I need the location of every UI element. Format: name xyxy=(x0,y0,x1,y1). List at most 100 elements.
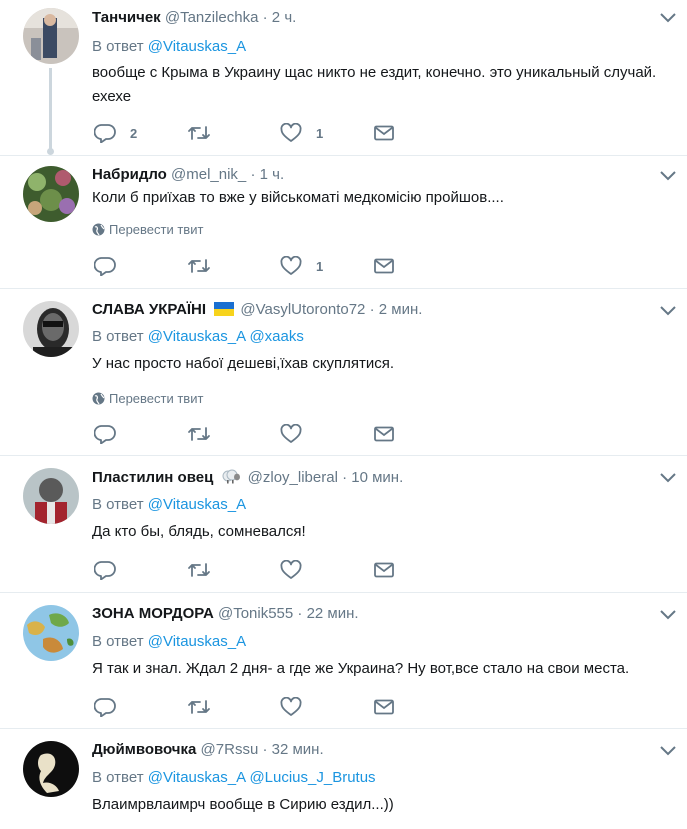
translate-label: Перевести твит xyxy=(109,391,204,406)
retweet-icon xyxy=(188,700,210,714)
like-button[interactable] xyxy=(280,423,302,445)
direct-message-button[interactable] xyxy=(374,255,394,277)
user-name[interactable]: Пластилин овец xyxy=(92,469,213,486)
reply-button[interactable] xyxy=(94,423,116,445)
user-name[interactable]: Набридло xyxy=(92,166,167,183)
envelope-icon xyxy=(374,426,394,442)
reply-label: В ответ xyxy=(92,328,144,345)
chevron-down-icon[interactable] xyxy=(659,12,677,24)
tweet-header: Набридло @mel_nik_ · 1 ч. xyxy=(92,166,284,184)
reply-count: 2 xyxy=(130,125,138,141)
tweet-header: ЗОНА МОРДОРА @Tonik555 · 22 мин. xyxy=(92,605,359,623)
user-name[interactable]: ЗОНА МОРДОРА xyxy=(92,605,214,622)
translate-tweet-link[interactable]: Перевести твит xyxy=(92,391,203,407)
tweet-4[interactable]: Пластилин овец @zloy_liberal · 10 мин. В… xyxy=(0,456,687,593)
tweet-text: Влаимрвлаимрч вообще в Сирию ездил...)) xyxy=(92,796,394,813)
ukraine-flag-icon xyxy=(214,302,235,316)
chevron-down-icon[interactable] xyxy=(659,472,677,484)
avatar[interactable] xyxy=(23,166,79,222)
reply-context: В ответ @Vitauskas_A @Lucius_J_Brutus xyxy=(92,769,376,787)
chevron-down-icon[interactable] xyxy=(659,609,677,621)
like-button[interactable]: 1 xyxy=(280,122,323,144)
translate-label: Перевести твит xyxy=(109,222,204,237)
tweet-6[interactable]: Дюймвовочка @7Rssu · 32 мин. В ответ @Vi… xyxy=(0,729,687,829)
reply-label: В ответ xyxy=(92,38,144,55)
user-handle[interactable]: @Tanzilechka xyxy=(165,9,259,26)
envelope-icon xyxy=(374,258,394,274)
reply-label: В ответ xyxy=(92,633,144,650)
user-handle[interactable]: @7Rssu xyxy=(201,741,259,758)
tweet-actions xyxy=(92,423,412,447)
tweet-5[interactable]: ЗОНА МОРДОРА @Tonik555 · 22 мин. В ответ… xyxy=(0,593,687,729)
tweet-1[interactable]: Танчичек @Tanzilechka · 2 ч. В ответ @Vi… xyxy=(0,0,687,156)
direct-message-button[interactable] xyxy=(374,423,394,445)
like-button[interactable] xyxy=(280,559,302,581)
like-button[interactable]: 1 xyxy=(280,255,323,277)
thread-line-dot xyxy=(47,148,54,155)
timestamp[interactable]: · 2 мин. xyxy=(370,301,423,318)
user-name[interactable]: Дюймвовочка xyxy=(92,741,196,758)
tweet-actions xyxy=(92,696,412,720)
timestamp[interactable]: · 10 мин. xyxy=(342,469,403,486)
chevron-down-icon[interactable] xyxy=(659,745,677,757)
tweet-text: Я так и знал. Ждал 2 дня- а где же Украи… xyxy=(92,660,630,677)
like-count: 1 xyxy=(316,258,324,274)
mention-link[interactable]: @xaaks xyxy=(249,328,303,345)
tweet-actions xyxy=(92,559,412,583)
retweet-button[interactable] xyxy=(187,696,211,718)
retweet-button[interactable] xyxy=(187,122,211,144)
user-handle[interactable]: @mel_nik_ xyxy=(171,166,246,183)
tweet-actions: 2 1 xyxy=(92,122,412,146)
user-handle[interactable]: @Tonik555 xyxy=(218,605,293,622)
direct-message-button[interactable] xyxy=(374,122,394,144)
reply-button[interactable] xyxy=(94,255,130,277)
mention-link[interactable]: @Vitauskas_A xyxy=(148,38,246,55)
timestamp[interactable]: · 1 ч. xyxy=(250,166,284,183)
retweet-button[interactable] xyxy=(187,559,211,581)
direct-message-button[interactable] xyxy=(374,559,394,581)
translate-tweet-link[interactable]: Перевести твит xyxy=(92,222,203,238)
tweet-actions: 1 xyxy=(92,255,412,279)
mention-link[interactable]: @Lucius_J_Brutus xyxy=(249,769,375,786)
reply-label: В ответ xyxy=(92,769,144,786)
reply-button[interactable]: 2 xyxy=(94,122,137,144)
retweet-icon xyxy=(188,427,210,441)
globe-icon xyxy=(92,392,105,405)
direct-message-button[interactable] xyxy=(374,696,394,718)
mention-link[interactable]: @Vitauskas_A xyxy=(148,496,246,513)
avatar[interactable] xyxy=(23,468,79,524)
chevron-down-icon[interactable] xyxy=(659,170,677,182)
envelope-icon xyxy=(374,125,394,141)
mention-link[interactable]: @Vitauskas_A xyxy=(148,328,246,345)
reply-button[interactable] xyxy=(94,559,116,581)
sheep-icon xyxy=(222,469,241,484)
tweet-header: Дюймвовочка @7Rssu · 32 мин. xyxy=(92,741,324,759)
timestamp[interactable]: · 32 мин. xyxy=(262,741,323,758)
avatar[interactable] xyxy=(23,741,79,797)
retweet-button[interactable] xyxy=(187,255,211,277)
like-button[interactable] xyxy=(280,696,302,718)
reply-button[interactable] xyxy=(94,696,116,718)
timestamp[interactable]: · 22 мин. xyxy=(297,605,358,622)
reply-icon xyxy=(94,425,116,444)
reply-label: В ответ xyxy=(92,496,144,513)
chevron-down-icon[interactable] xyxy=(659,305,677,317)
retweet-button[interactable] xyxy=(187,423,211,445)
reply-context: В ответ @Vitauskas_A xyxy=(92,633,246,651)
mention-link[interactable]: @Vitauskas_A xyxy=(148,769,246,786)
user-handle[interactable]: @zloy_liberal xyxy=(248,469,338,486)
tweet-2[interactable]: Набридло @mel_nik_ · 1 ч. Коли б приїхав… xyxy=(0,156,687,289)
mention-link[interactable]: @Vitauskas_A xyxy=(148,633,246,650)
tweet-3[interactable]: СЛАВА УКРАЇНІ @VasylUtoronto72 · 2 мин. … xyxy=(0,289,687,456)
avatar[interactable] xyxy=(23,605,79,661)
heart-icon xyxy=(280,560,302,579)
avatar[interactable] xyxy=(23,8,79,64)
like-count: 1 xyxy=(316,125,324,141)
user-name[interactable]: Танчичек xyxy=(92,9,161,26)
avatar[interactable] xyxy=(23,301,79,357)
user-name[interactable]: СЛАВА УКРАЇНІ xyxy=(92,301,206,318)
reply-icon xyxy=(94,257,116,276)
timestamp[interactable]: · 2 ч. xyxy=(263,9,297,26)
globe-icon xyxy=(92,223,105,236)
user-handle[interactable]: @VasylUtoronto72 xyxy=(240,301,365,318)
